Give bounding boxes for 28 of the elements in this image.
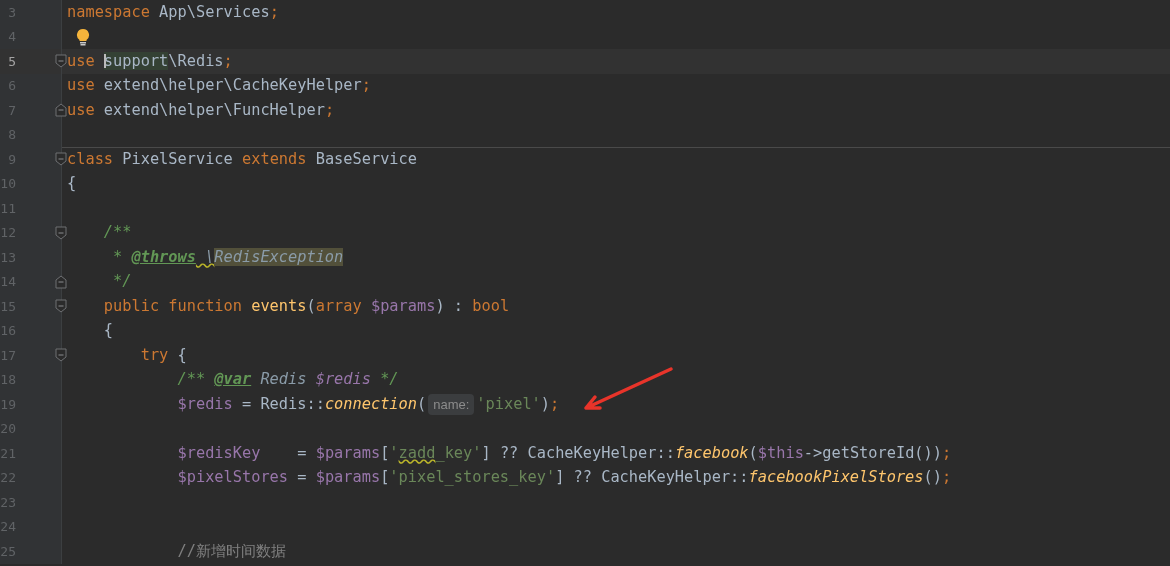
code-text: //新增时间数据 xyxy=(176,540,286,562)
code-text: */ xyxy=(112,271,132,293)
fold-marker-icon[interactable] xyxy=(55,225,67,240)
code-text: use support\Redis; xyxy=(67,50,233,72)
inlay-hint: name: xyxy=(428,393,475,415)
code-text: namespace App\Services; xyxy=(67,1,279,23)
fold-marker-icon[interactable] xyxy=(55,274,67,289)
code-text: $redis = Redis::connection( xyxy=(176,393,427,415)
line-number: 5 xyxy=(7,52,16,71)
fold-marker-icon[interactable] xyxy=(55,348,67,363)
code-text: try { xyxy=(139,344,187,366)
fold-marker-icon[interactable] xyxy=(55,103,67,118)
fold-marker-icon[interactable] xyxy=(55,152,67,167)
code-text: use extend\helper\CacheKeyHelper; xyxy=(67,75,371,97)
code-text: /** @var Redis $redis */ xyxy=(176,369,399,391)
code-text: $redisKey = $params['zadd_key'] ?? CacheKeyHelper::facebook($this->getStoreId()); xyxy=(176,442,952,464)
fold-marker-icon[interactable] xyxy=(55,299,67,314)
code-text: 'pixel'); xyxy=(476,393,560,415)
code-text: { xyxy=(102,320,114,342)
code-text: use extend\helper\FuncHelper; xyxy=(67,99,335,121)
code-text: $pixelStores = $params['pixel_stores_key'] ?? CacheKeyHelper::facebookPixelStores(); xyxy=(176,467,952,489)
lightbulb-icon[interactable] xyxy=(76,27,90,46)
code-text: class PixelService extends BaseService xyxy=(67,149,417,171)
code-text: public function events(array $params) : bool xyxy=(102,295,510,317)
fold-marker-icon[interactable] xyxy=(55,54,67,69)
code-text: { xyxy=(67,173,77,195)
code-text: * @throws \RedisException xyxy=(112,246,344,268)
code-text: /** xyxy=(102,222,132,244)
